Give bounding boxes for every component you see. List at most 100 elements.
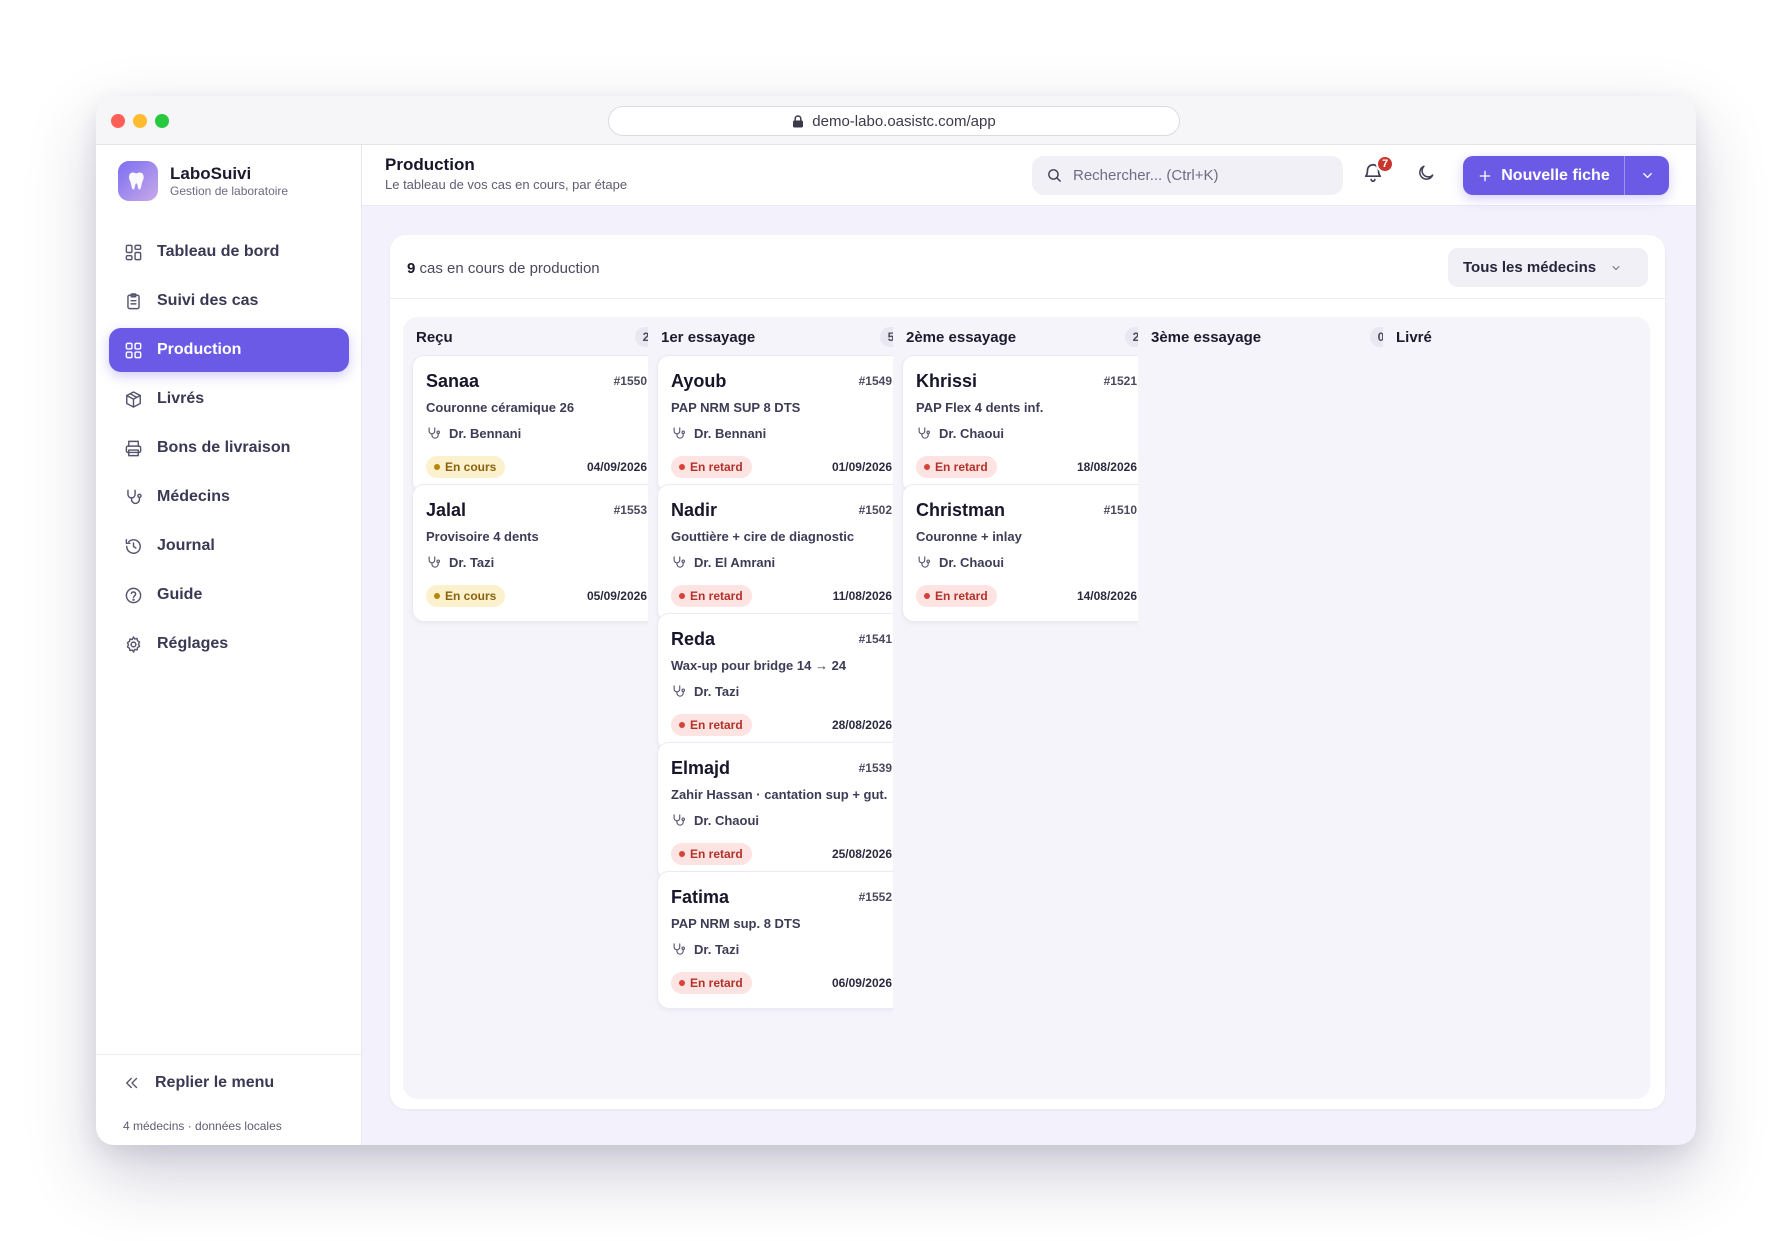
dashboard-icon	[123, 242, 143, 262]
brand-subtitle: Gestion de laboratoire	[170, 183, 289, 198]
sidebar-item-label: Suivi des cas	[157, 292, 259, 309]
case-id: #1552	[858, 890, 892, 904]
status-dot	[679, 593, 685, 599]
case-card[interactable]: Nadir #1502 Gouttière + cire de diagnostic…	[657, 484, 906, 622]
kanban-column: 1er essayage 5 Ayoub #1549 PAP NRM SUP 8 DTS…	[648, 317, 915, 1099]
address-bar[interactable]: demo-labo.oasistc.com/app	[608, 106, 1180, 136]
maximize-window-button[interactable]	[155, 114, 169, 128]
status-label: En retard	[935, 460, 988, 474]
case-id: #1550	[613, 374, 647, 388]
collapse-menu-button[interactable]: Replier le menu	[123, 1074, 274, 1092]
case-id: #1549	[858, 374, 892, 388]
patient-name: Jalal	[426, 500, 467, 520]
status-badge: En retard	[671, 972, 752, 994]
status-label: En retard	[690, 718, 743, 732]
sidebar-item-suivi-des-cas[interactable]: Suivi des cas	[109, 279, 349, 323]
sidebar-item-label: Production	[157, 341, 242, 358]
case-description: Gouttière + cire de diagnostic	[671, 529, 855, 544]
sidebar-item-label: Livrés	[157, 390, 205, 407]
sidebar: LaboSuivi Gestion de laboratoire Tableau…	[96, 145, 362, 1145]
kanban-column: 2ème essayage 2 Khrissi #1521 PAP Flex 4 den…	[893, 317, 1160, 1099]
case-description: PAP Flex 4 dents inf.	[916, 400, 1044, 415]
sidebar-item-production[interactable]: Production	[109, 328, 349, 372]
patient-name: Reda	[671, 629, 716, 649]
case-description: Provisoire 4 dents	[426, 529, 539, 544]
status-badge: En retard	[671, 714, 752, 736]
patient-name: Christman	[916, 500, 1006, 520]
case-card[interactable]: Elmajd #1539 Zahir Hassan · cantation sup …	[657, 742, 906, 880]
case-doctor: Dr. Tazi	[671, 684, 739, 699]
status-badge: En retard	[916, 585, 997, 607]
doctor-name: Dr. Chaoui	[694, 813, 760, 828]
case-card[interactable]: Jalal #1553 Provisoire 4 dents Dr. Tazi En c…	[412, 484, 661, 622]
doctor-name: Dr. Tazi	[449, 555, 495, 570]
footer-note: 4 médecins · données locales	[123, 1119, 282, 1133]
brand-name: LaboSuivi	[170, 163, 252, 183]
case-count-label: cas en cours de production	[419, 260, 600, 277]
status-badge: En retard	[916, 456, 997, 478]
close-window-button[interactable]	[111, 114, 125, 128]
patient-name: Nadir	[671, 500, 718, 520]
search-icon	[1048, 169, 1061, 182]
doctor-name: Dr. Tazi	[694, 684, 740, 699]
case-doctor: Dr. Chaoui	[671, 813, 759, 828]
grid-icon	[123, 340, 143, 360]
notifications-button[interactable]: 7	[1362, 155, 1394, 188]
sidebar-item-guide[interactable]: Guide	[109, 573, 349, 617]
sidebar-item-label: Réglages	[157, 635, 229, 652]
sidebar-item-label: Bons de livraison	[157, 439, 291, 456]
sidebar-item-livres[interactable]: Livrés	[109, 377, 349, 421]
minimize-window-button[interactable]	[133, 114, 147, 128]
status-label: En cours	[445, 589, 497, 603]
due-date: 14/08/2026	[1076, 589, 1137, 603]
column-header: Livré	[1396, 329, 1637, 347]
column-header: 1er essayage 5	[661, 327, 902, 347]
case-card[interactable]: Reda #1541 Wax-up pour bridge 14 → 24 Dr. T…	[657, 613, 906, 751]
column-header: 3ème essayage 0	[1151, 327, 1392, 347]
patient-name: Khrissi	[916, 371, 978, 391]
status-dot	[434, 593, 440, 599]
case-description: Couronne céramique 26	[426, 400, 575, 415]
case-card[interactable]: Christman #1510 Couronne + inlay Dr. Chaoui…	[902, 484, 1151, 622]
case-card[interactable]: Khrissi #1521 PAP Flex 4 dents inf. Dr. Cha…	[902, 355, 1151, 493]
case-count-number: 9	[407, 260, 416, 277]
browser-titlebar: demo-labo.oasistc.com/app	[96, 96, 1696, 145]
doctor-name: Dr. El Amrani	[694, 555, 776, 570]
status-badge: En retard	[671, 456, 752, 478]
case-doctor: Dr. Chaoui	[916, 426, 1004, 441]
new-record-dropdown-button[interactable]	[1624, 156, 1669, 195]
sidebar-nav: Tableau de bord Suivi des cas Production…	[109, 230, 349, 671]
kanban-column: Reçu 2 Sanaa #1550 Couronne céramique 26 Dr. …	[403, 317, 670, 1099]
search-input[interactable]: Rechercher... (Ctrl+K)	[1032, 156, 1343, 195]
theme-toggle-button[interactable]	[1416, 163, 1440, 187]
column-header: Reçu 2	[416, 327, 657, 347]
sidebar-item-reglages[interactable]: Réglages	[109, 622, 349, 666]
status-badge: En cours	[426, 456, 506, 478]
doctor-filter-value: Tous les médecins	[1463, 259, 1597, 276]
status-label: En retard	[935, 589, 988, 603]
case-doctor: Dr. Tazi	[671, 942, 739, 957]
doctor-name: Dr. Chaoui	[939, 555, 1005, 570]
case-id: #1539	[858, 761, 892, 775]
doctor-filter-select[interactable]: Tous les médecins	[1448, 248, 1648, 287]
stethoscope-icon	[918, 556, 930, 568]
sidebar-item-tableau-de-bord[interactable]: Tableau de bord	[109, 230, 349, 274]
chevron-down-icon	[1642, 173, 1652, 178]
kanban-column: 3ème essayage 0	[1138, 317, 1405, 1099]
sidebar-item-journal[interactable]: Journal	[109, 524, 349, 568]
column-title: 1er essayage	[661, 329, 756, 346]
stethoscope-icon	[918, 427, 930, 439]
clipboard-icon	[123, 291, 143, 311]
case-card[interactable]: Sanaa #1550 Couronne céramique 26 Dr. Benna…	[412, 355, 661, 493]
case-card[interactable]: Fatima #1552 PAP NRM sup. 8 DTS Dr. Tazi En …	[657, 871, 906, 1009]
plus-icon	[1479, 170, 1491, 181]
due-date: 06/09/2026	[831, 976, 892, 990]
history-icon	[123, 536, 143, 556]
case-card[interactable]: Ayoub #1549 PAP NRM SUP 8 DTS Dr. Bennani En…	[657, 355, 906, 493]
kanban-column: Livré	[1383, 317, 1650, 1099]
brand[interactable]: LaboSuivi Gestion de laboratoire	[118, 161, 288, 201]
new-record-button[interactable]: Nouvelle fiche	[1463, 156, 1624, 195]
sidebar-item-medecins[interactable]: Médecins	[109, 475, 349, 519]
sidebar-item-bons-de-livraison[interactable]: Bons de livraison	[109, 426, 349, 470]
column-title: 3ème essayage	[1151, 329, 1262, 346]
